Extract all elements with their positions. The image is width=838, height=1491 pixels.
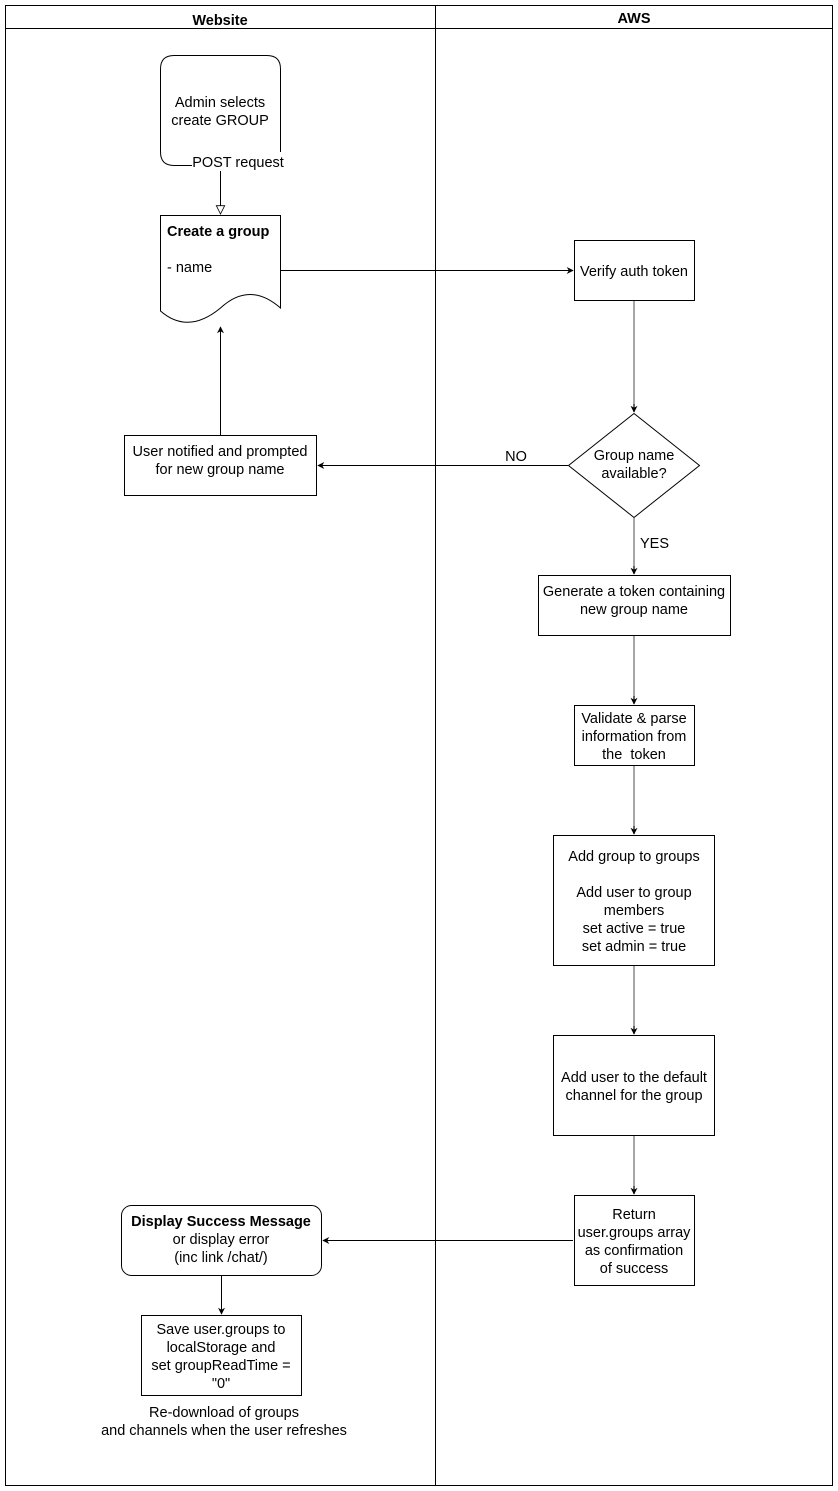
return-groups-line-2: user.groups array (578, 1225, 692, 1241)
add-group-line-5: set active = true (583, 921, 686, 937)
add-group-line-3: Add user to group (576, 885, 691, 901)
create-group-field: - name (167, 260, 212, 276)
generate-token-line-1: Generate a token containing (543, 584, 725, 600)
add-group-line-1: Add group to groups (568, 849, 699, 865)
node-validate-parse[interactable]: Validate & parse information from the to… (574, 705, 695, 766)
display-success-line-2: (inc link /chat/) (174, 1250, 267, 1266)
node-add-default-channel[interactable]: Add user to the default channel for the … (553, 1035, 715, 1136)
edge-label-no: NO (505, 449, 527, 465)
display-success-line-1: or display error (173, 1232, 270, 1248)
footer-note-line-2: and channels when the user refreshes (101, 1423, 347, 1439)
validate-parse-line-3: the token (602, 747, 666, 763)
validate-parse-line-2: information from (582, 729, 687, 745)
verify-token-line-1: Verify auth token (580, 264, 688, 280)
node-save-groups[interactable]: Save user.groups to localStorage and set… (141, 1315, 302, 1396)
user-notified-line-2: for new group name (156, 462, 285, 478)
node-name-available[interactable]: Group name available? (567, 412, 701, 519)
save-groups-line-3: set groupReadTime = (151, 1358, 290, 1374)
flowchart-canvas: Website AWS NO YES Admin selects create … (5, 5, 833, 1486)
node-display-success[interactable]: Display Success Message or display error… (121, 1205, 322, 1276)
edge-label-post-request: POST request (192, 155, 284, 171)
edge-label-yes: YES (640, 536, 669, 552)
name-available-line-1: Group name (594, 448, 675, 464)
add-default-channel-line-1: Add user to the default (561, 1070, 707, 1086)
return-groups-line-4: of success (600, 1261, 669, 1277)
save-groups-line-1: Save user.groups to (157, 1322, 286, 1338)
node-create-group[interactable]: Create a group - name (160, 215, 281, 323)
admin-start-line-2: create GROUP (171, 113, 269, 129)
save-groups-line-2: localStorage and (167, 1340, 276, 1356)
user-notified-line-1: User notified and prompted (133, 444, 308, 460)
footer-note: Re-download of groups and channels when … (101, 1405, 347, 1439)
add-group-line-6: set admin = true (582, 939, 686, 955)
add-default-channel-line-2: channel for the group (565, 1088, 702, 1104)
display-success-title: Display Success Message (131, 1214, 311, 1230)
add-group-line-4: members (604, 903, 664, 919)
node-add-group[interactable]: Add group to groups Add user to group me… (553, 835, 715, 966)
lane-title-aws: AWS (617, 11, 650, 27)
footer-note-line-1: Re-download of groups (149, 1405, 299, 1421)
lane-title-website: Website (192, 13, 247, 29)
name-available-line-2: available? (601, 466, 666, 482)
create-group-title: Create a group (167, 224, 269, 240)
return-groups-line-3: as confirmation (585, 1243, 683, 1259)
node-verify-token[interactable]: Verify auth token (574, 240, 695, 301)
validate-parse-line-1: Validate & parse (581, 711, 686, 727)
node-generate-token[interactable]: Generate a token containing new group na… (538, 575, 731, 636)
node-admin-start[interactable]: Admin selects create GROUP (160, 55, 281, 166)
admin-start-line-1: Admin selects (175, 95, 265, 111)
generate-token-line-2: new group name (580, 602, 688, 618)
return-groups-line-1: Return (612, 1207, 656, 1223)
node-user-notified[interactable]: User notified and prompted for new group… (124, 435, 317, 496)
node-return-groups[interactable]: Return user.groups array as confirmation… (574, 1195, 695, 1286)
save-groups-line-4: "0" (212, 1376, 230, 1392)
